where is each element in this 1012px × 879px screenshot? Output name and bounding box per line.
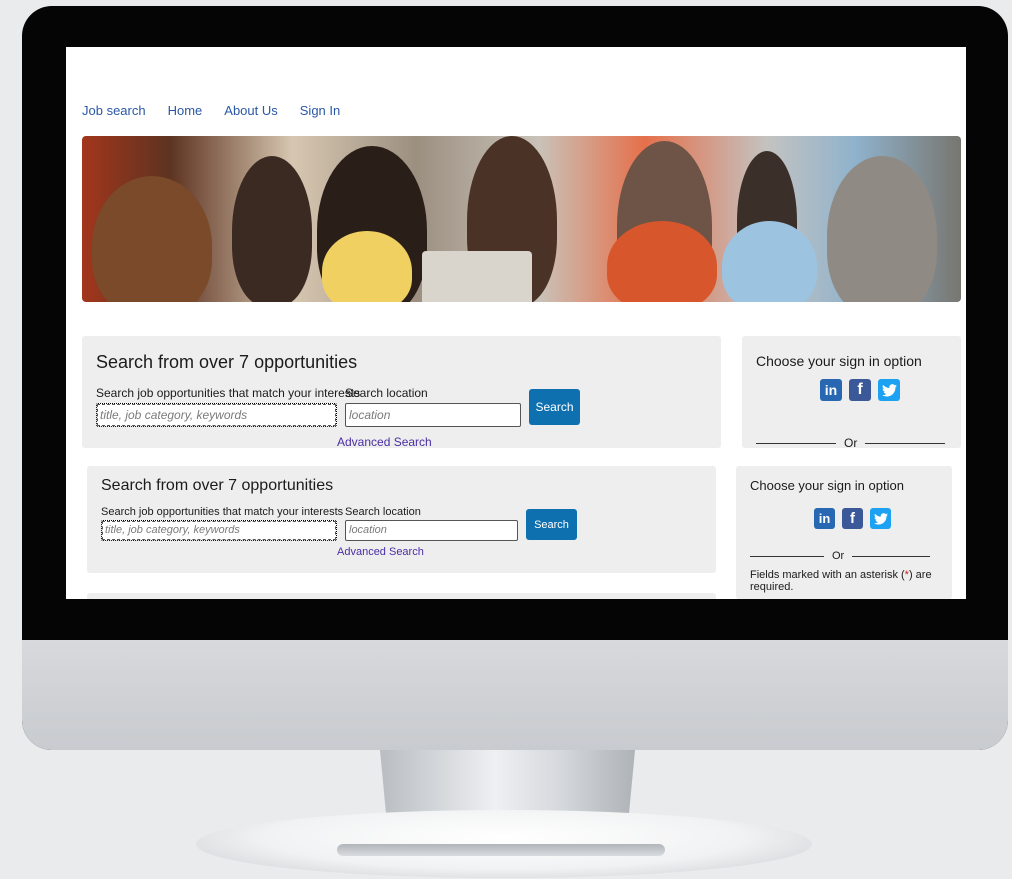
search-button[interactable]: Search — [529, 389, 580, 425]
sign-in-title: Choose your sign in option — [756, 353, 922, 369]
nav-home[interactable]: Home — [168, 103, 203, 118]
sign-in-title-secondary: Choose your sign in option — [750, 478, 904, 493]
hero-banner-image — [82, 136, 961, 302]
twitter-icon[interactable] — [878, 379, 900, 401]
facebook-icon[interactable]: f — [849, 379, 871, 401]
location-label: Search location — [345, 386, 428, 400]
linkedin-icon[interactable]: in — [820, 379, 842, 401]
keywords-input-secondary[interactable]: title, job category, keywords — [101, 520, 337, 541]
monitor-stand-foot — [337, 844, 665, 856]
social-sign-in-icons: in f — [820, 379, 900, 401]
nav-sign-in[interactable]: Sign In — [300, 103, 340, 118]
location-input-secondary[interactable]: location — [345, 520, 518, 541]
nav-about-us[interactable]: About Us — [224, 103, 277, 118]
monitor-chin — [22, 640, 1008, 750]
required-fields-note: Fields marked with an asterisk (*) are r… — [750, 569, 932, 593]
facebook-icon[interactable]: f — [842, 508, 863, 529]
keywords-input[interactable]: title, job category, keywords — [96, 403, 337, 427]
sign-in-panel: Choose your sign in option in f Or — [742, 336, 961, 450]
keywords-label-secondary: Search job opportunities that match your… — [101, 506, 344, 518]
job-search-panel-secondary: Search from over 7 opportunities Search … — [87, 466, 716, 573]
or-divider: Or — [756, 436, 946, 450]
nav-job-search[interactable]: Job search — [82, 103, 146, 118]
twitter-icon[interactable] — [870, 508, 891, 529]
browser-screen: Job search Home About Us Sign In Search … — [66, 47, 966, 599]
social-sign-in-icons-secondary: in f — [814, 508, 891, 529]
linkedin-icon[interactable]: in — [814, 508, 835, 529]
advanced-search-link[interactable]: Advanced Search — [337, 435, 432, 449]
monitor-frame: Job search Home About Us Sign In Search … — [22, 6, 1008, 750]
search-title: Search from over 7 opportunities — [96, 352, 358, 372]
search-title-secondary: Search from over 7 opportunities — [101, 477, 334, 494]
job-search-panel: Search from over 7 opportunities Search … — [82, 336, 721, 449]
top-navigation: Job search Home About Us Sign In — [82, 103, 340, 118]
keywords-label: Search job opportunities that match your… — [96, 386, 361, 400]
location-label-secondary: Search location — [345, 506, 421, 518]
results-panel-top-edge — [87, 593, 716, 599]
or-divider-secondary: Or — [750, 550, 931, 562]
advanced-search-link-secondary[interactable]: Advanced Search — [337, 546, 424, 558]
sign-in-panel-secondary: Choose your sign in option in f Or Field… — [736, 466, 952, 599]
search-button-secondary[interactable]: Search — [526, 509, 577, 540]
location-input[interactable]: location — [345, 403, 521, 427]
